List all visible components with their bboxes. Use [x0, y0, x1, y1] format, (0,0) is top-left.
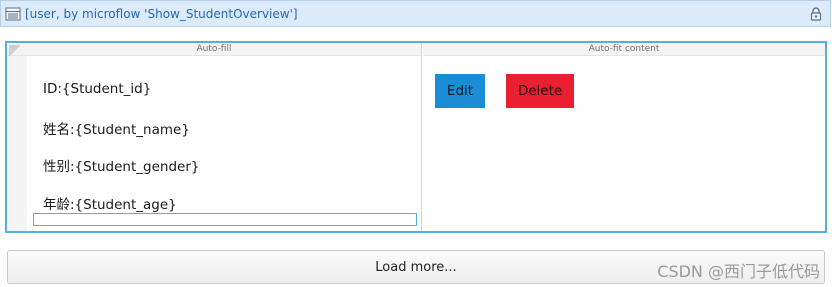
- column-header-auto-fill: Auto-fill: [7, 43, 421, 56]
- watermark: CSDN @西门子低代码: [657, 262, 820, 281]
- column-header-auto-fit: Auto-fit content: [423, 43, 825, 56]
- column-padding-strip: [7, 56, 27, 231]
- data-source-caption[interactable]: [user, by microflow 'Show_StudentOvervie…: [25, 7, 298, 21]
- list-view-icon: [5, 6, 21, 22]
- auto-fit-column[interactable]: Auto-fit content Edit Delete: [423, 43, 825, 231]
- layout-grid-row[interactable]: Auto-fill ID:{Student_id} 姓名:{Student_na…: [5, 41, 827, 233]
- delete-button[interactable]: Delete: [506, 74, 574, 108]
- field-student-id[interactable]: ID:{Student_id}: [43, 81, 151, 97]
- drop-zone[interactable]: [33, 213, 417, 226]
- lock-settings-icon[interactable]: [808, 6, 824, 22]
- field-student-age[interactable]: 年龄:{Student_age}: [43, 193, 177, 213]
- edit-button[interactable]: Edit: [435, 74, 485, 108]
- auto-fill-column[interactable]: Auto-fill ID:{Student_id} 姓名:{Student_na…: [7, 43, 422, 231]
- field-student-gender[interactable]: 性别:{Student_gender}: [43, 155, 199, 175]
- list-view-header: [user, by microflow 'Show_StudentOvervie…: [0, 0, 831, 27]
- field-student-name[interactable]: 姓名:{Student_name}: [43, 118, 190, 138]
